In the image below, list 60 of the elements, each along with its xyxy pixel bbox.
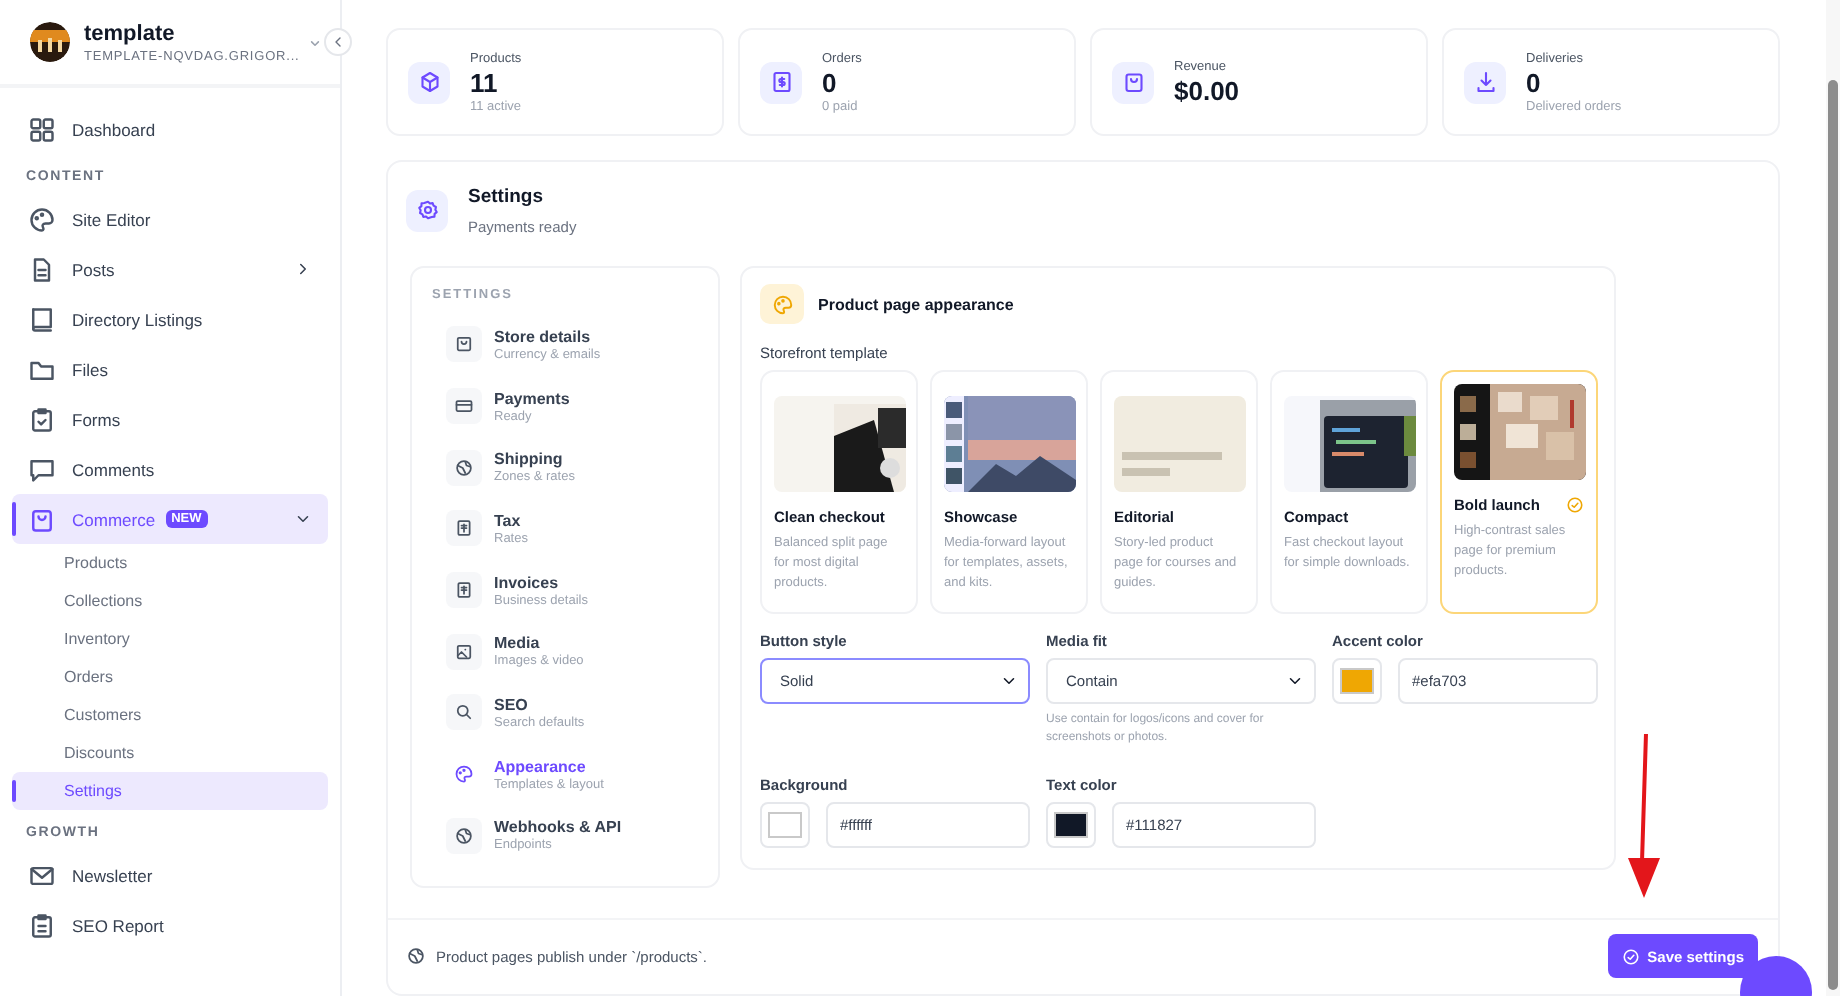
- globe-icon: [406, 946, 426, 966]
- check-circle-icon: [1566, 496, 1584, 514]
- shopping-bag-icon: [28, 505, 56, 533]
- globe-icon: [454, 457, 474, 478]
- submenu-item[interactable]: Products: [12, 544, 328, 582]
- globe-icon: [454, 825, 474, 846]
- palette-icon: [454, 764, 474, 785]
- sidebar-item[interactable]: Posts: [12, 244, 328, 294]
- chevron-left-icon: [330, 34, 346, 50]
- check-circle-icon: [1621, 947, 1640, 965]
- sidebar-item[interactable]: Newsletter: [12, 850, 328, 900]
- sidebar-item[interactable]: Directory Listings: [12, 294, 328, 344]
- color-swatch[interactable]: [1046, 802, 1096, 848]
- dollar-document-icon: [769, 70, 793, 94]
- sidebar-item[interactable]: Forms: [12, 394, 328, 444]
- chevron-down-icon: [1286, 672, 1304, 690]
- collapse-button[interactable]: [324, 28, 352, 56]
- shopping-bag-icon: [1121, 70, 1145, 94]
- submenu-item[interactable]: Collections: [12, 582, 328, 620]
- store-icon: [454, 334, 474, 355]
- document-icon: [28, 255, 56, 283]
- chevron-down-icon: [294, 510, 312, 528]
- image-icon: [454, 641, 474, 662]
- section-title: Product page appearance: [818, 295, 1014, 313]
- clipboard-icon: [28, 911, 56, 939]
- download-icon: [1473, 70, 1497, 94]
- sidebar-item[interactable]: Comments: [12, 444, 328, 494]
- clipboard-check-icon: [28, 405, 56, 433]
- cube-icon: [417, 70, 441, 94]
- envelope-icon: [28, 861, 56, 889]
- submenu-item[interactable]: Orders: [12, 658, 328, 696]
- stat-value: 0: [822, 67, 839, 97]
- submenu-item[interactable]: Inventory: [12, 620, 328, 658]
- stat-value: 11: [470, 67, 500, 97]
- submenu-item[interactable]: Discounts: [12, 734, 328, 772]
- gear-icon: [415, 198, 439, 222]
- stat-value: 0: [1526, 67, 1543, 97]
- palette-icon: [771, 293, 793, 315]
- submenu-item[interactable]: Customers: [12, 696, 328, 734]
- scrollbar[interactable]: [1826, 0, 1840, 996]
- sidebar-item[interactable]: Site Editor: [12, 194, 328, 244]
- submenu-item[interactable]: Settings: [12, 772, 328, 810]
- sidebar-item[interactable]: SEO Report: [12, 900, 328, 950]
- receipt-icon: [454, 580, 474, 601]
- panel-title: Settings: [468, 185, 545, 207]
- stat-value: $0.00: [1174, 75, 1240, 105]
- palette-icon: [28, 205, 56, 233]
- sidebar-item[interactable]: Files: [12, 344, 328, 394]
- receipt-icon: [454, 518, 474, 539]
- workspace-name: template: [84, 21, 177, 45]
- comment-icon: [28, 455, 56, 483]
- sidebar-item[interactable]: Dashboard: [12, 104, 328, 154]
- book-icon: [28, 305, 56, 333]
- chevron-right-icon: [294, 260, 312, 278]
- search-icon: [454, 702, 474, 723]
- color-swatch[interactable]: [1332, 658, 1382, 704]
- dashboard-icon: [28, 115, 56, 143]
- card-icon: [454, 396, 474, 416]
- color-swatch[interactable]: [760, 802, 810, 848]
- chevron-down-icon: [1000, 672, 1018, 690]
